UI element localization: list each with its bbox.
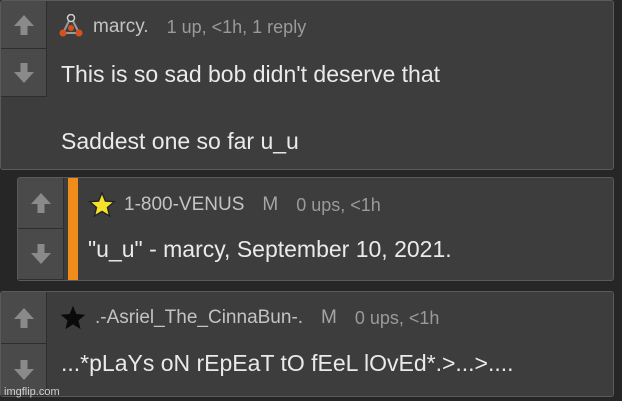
comment-1-800-venus: 1-800-VENUS M 0 ups, <1h "u_u" - marcy, … bbox=[17, 177, 614, 281]
watermark: imgflip.com bbox=[4, 386, 60, 398]
arrow-down-icon bbox=[30, 244, 51, 264]
username[interactable]: 1-800-VENUS bbox=[124, 194, 244, 216]
arrow-up-icon bbox=[13, 307, 34, 328]
username[interactable]: .-Asriel_The_CinnaBun-. bbox=[95, 307, 303, 329]
vote-column bbox=[1, 292, 47, 396]
arrow-down-icon bbox=[13, 62, 34, 83]
comment-meta: 1 up, <1h, 1 reply bbox=[166, 16, 307, 37]
comment-text-line: Saddest one so far u_u bbox=[61, 128, 299, 154]
yellow-star-icon[interactable] bbox=[88, 191, 116, 219]
reply-accent-bar bbox=[68, 178, 78, 280]
tri-dot-avatar-icon[interactable] bbox=[57, 13, 85, 41]
comment-meta: 0 ups, <1h bbox=[354, 307, 440, 328]
comment-header: 1-800-VENUS M 0 ups, <1h bbox=[88, 191, 381, 219]
black-star-icon[interactable] bbox=[59, 304, 87, 332]
mod-badge: M bbox=[321, 307, 337, 328]
arrow-up-icon bbox=[30, 193, 51, 213]
arrow-up-icon bbox=[13, 14, 34, 35]
mod-badge: M bbox=[262, 194, 279, 215]
comment-text-line: "u_u" - marcy, September 10, 2021. bbox=[88, 236, 452, 262]
comment-text-line: ...*pLaYs oN rEpEaT tO fEeL lOvEd*.>...>… bbox=[61, 350, 514, 376]
upvote-button[interactable] bbox=[1, 1, 47, 49]
downvote-button[interactable] bbox=[1, 49, 47, 97]
comment-marcy: marcy. 1 up, <1h, 1 reply This is so sad… bbox=[0, 0, 614, 170]
comment-header: .-Asriel_The_CinnaBun-. M 0 ups, <1h bbox=[59, 304, 439, 332]
vote-column bbox=[1, 1, 47, 169]
vote-column bbox=[18, 178, 64, 280]
arrow-down-icon bbox=[13, 359, 34, 380]
comment-header: marcy. 1 up, <1h, 1 reply bbox=[57, 13, 306, 41]
comment-asriel: .-Asriel_The_CinnaBun-. M 0 ups, <1h ...… bbox=[0, 291, 614, 397]
upvote-button[interactable] bbox=[18, 178, 64, 229]
comment-text-line: This is so sad bob didn't deserve that bbox=[61, 61, 440, 87]
username[interactable]: marcy. bbox=[93, 16, 149, 38]
downvote-button[interactable] bbox=[18, 229, 64, 280]
comment-meta: 0 ups, <1h bbox=[296, 194, 381, 215]
upvote-button[interactable] bbox=[1, 292, 47, 344]
